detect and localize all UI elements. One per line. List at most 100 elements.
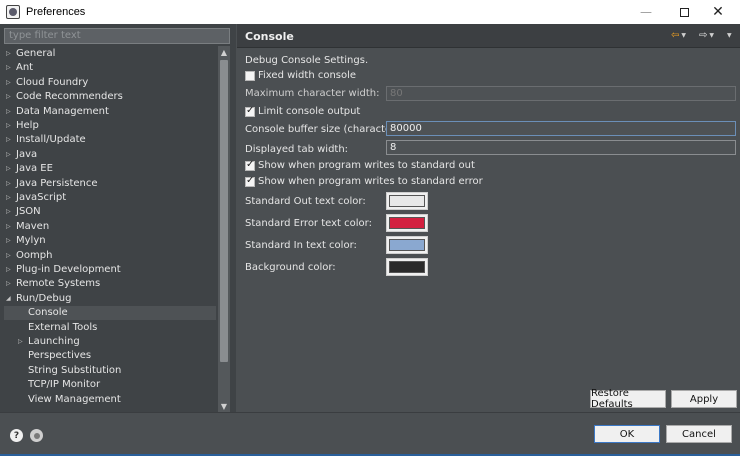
page-title: Console	[245, 30, 294, 43]
tree-item-oomph[interactable]: ▷ Oomph	[4, 249, 52, 263]
tree-item-general[interactable]: ▷ General	[4, 47, 55, 61]
tree-item-perspectives[interactable]: Perspectives	[4, 349, 91, 363]
page-description: Debug Console Settings.	[245, 55, 369, 66]
tree-item-label: Ant	[16, 62, 34, 74]
expand-arrow-icon[interactable]: ▷	[18, 335, 28, 349]
expand-arrow-icon[interactable]: ▷	[6, 162, 16, 176]
tree-item-label: Help	[16, 120, 39, 131]
arrow-left-icon: ⇦	[671, 29, 680, 41]
expand-arrow-icon[interactable]: ▷	[6, 234, 16, 248]
tree-item-java-ee[interactable]: ▷ Java EE	[4, 162, 53, 176]
tree-item-tcp-ip-monitor[interactable]: TCP/IP Monitor	[4, 378, 100, 392]
scroll-thumb[interactable]	[220, 60, 228, 362]
window-title: Preferences	[26, 6, 86, 18]
show-stdout-label: Show when program writes to standard out	[258, 160, 475, 171]
expand-arrow-icon[interactable]: ▷	[6, 205, 16, 219]
cancel-button[interactable]: Cancel	[666, 425, 732, 443]
fixed-width-checkbox[interactable]	[245, 71, 255, 81]
buffer-size-field[interactable]: 80000	[386, 121, 736, 136]
maximize-button[interactable]	[666, 0, 702, 24]
tree-item-label: JavaScript	[16, 192, 67, 203]
filter-input[interactable]: type filter text	[4, 28, 230, 44]
view-menu-button[interactable]: ▼	[725, 28, 732, 42]
tree-item-install-update[interactable]: ▷ Install/Update	[4, 133, 86, 147]
expand-arrow-icon[interactable]: ▷	[6, 105, 16, 119]
expand-arrow-icon[interactable]: ▷	[6, 133, 16, 147]
scroll-up-icon[interactable]: ▲	[218, 46, 230, 58]
tree-item-java-persistence[interactable]: ▷ Java Persistence	[4, 177, 98, 191]
forward-button[interactable]: ⇨ ▼	[699, 28, 714, 42]
tree-item-label: Mylyn	[16, 235, 46, 247]
expand-arrow-icon[interactable]: ▷	[6, 249, 16, 263]
tree-item-java[interactable]: ▷ Java	[4, 148, 37, 162]
tree-item-label: Code Recommenders	[16, 91, 123, 103]
tree-item-launching[interactable]: ▷ Launching	[4, 335, 80, 349]
preference-page: Console ⇦ ▼ ⇨ ▼ ▼ Debug Console Settings. …	[237, 24, 740, 412]
expand-arrow-icon[interactable]: ▷	[6, 61, 16, 75]
tree-item-remote-systems[interactable]: ▷ Remote Systems	[4, 277, 100, 291]
tree-item-label: Perspectives	[28, 350, 92, 362]
expand-arrow-icon[interactable]: ▷	[6, 177, 16, 191]
expand-arrow-icon[interactable]: ▷	[6, 47, 16, 61]
show-stderr-checkbox[interactable]	[245, 175, 255, 187]
tree-item-view-management[interactable]: View Management	[4, 393, 121, 407]
tree-item-label: Plug-in Development	[16, 264, 121, 275]
expand-arrow-icon[interactable]: ▷	[6, 263, 16, 277]
expand-arrow-icon[interactable]: ▷	[6, 191, 16, 205]
tree-item-data-management[interactable]: ▷ Data Management	[4, 105, 109, 119]
tree-item-ant[interactable]: ▷ Ant	[4, 61, 33, 75]
minimize-button[interactable]: —	[628, 0, 664, 24]
chevron-down-icon: ▼	[709, 31, 715, 39]
scroll-down-icon[interactable]: ▼	[218, 400, 230, 412]
tree-item-label: Launching	[28, 336, 80, 347]
expand-arrow-icon[interactable]: ▷	[6, 90, 16, 104]
limit-output-checkbox[interactable]	[245, 105, 255, 117]
stdout-color-button[interactable]	[386, 192, 428, 210]
stderr-color-button[interactable]	[386, 214, 428, 232]
show-stdout-checkbox[interactable]	[245, 159, 255, 171]
tree-item-console[interactable]: Console	[4, 306, 216, 321]
tree-item-cloud-foundry[interactable]: ▷ Cloud Foundry	[4, 76, 88, 90]
chevron-down-icon: ▼	[727, 31, 732, 39]
collapse-arrow-icon[interactable]: ◢	[6, 292, 16, 306]
tree-item-javascript[interactable]: ▷ JavaScript	[4, 191, 66, 205]
expand-arrow-icon[interactable]: ▷	[6, 277, 16, 291]
max-char-width-field[interactable]: 80	[386, 86, 736, 101]
tree-item-plug-in-development[interactable]: ▷ Plug-in Development	[4, 263, 121, 277]
back-button[interactable]: ⇦ ▼	[671, 28, 686, 42]
tree-item-label: External Tools	[28, 321, 98, 333]
background-color-button[interactable]	[386, 258, 428, 276]
stdout-color-swatch	[389, 195, 425, 207]
import-export-icon[interactable]	[30, 429, 43, 442]
tree-item-string-substitution[interactable]: String Substitution	[4, 364, 121, 378]
tree-item-label: JSON	[16, 206, 41, 218]
expand-arrow-icon[interactable]: ▷	[6, 76, 16, 90]
tree-item-help[interactable]: ▷ Help	[4, 119, 39, 133]
tree-item-external-tools[interactable]: External Tools	[4, 321, 97, 335]
help-icon[interactable]: ?	[10, 429, 23, 442]
apply-button[interactable]: Apply	[671, 390, 737, 408]
title-bar: Preferences — ✕	[0, 0, 740, 24]
tree-item-run-debug[interactable]: ◢ Run/Debug	[4, 292, 71, 306]
tree-item-label: View Management	[28, 393, 121, 405]
restore-defaults-button[interactable]: Restore Defaults	[590, 388, 666, 410]
tree-item-json[interactable]: ▷ JSON	[4, 205, 41, 219]
tree-scrollbar[interactable]: ▲ ▼	[218, 46, 230, 412]
tree-item-label: Data Management	[16, 105, 109, 117]
tree-item-mylyn[interactable]: ▷ Mylyn	[4, 234, 46, 248]
limit-output-label: Limit console output	[258, 106, 361, 117]
ok-button[interactable]: OK	[594, 425, 660, 443]
tree-item-maven[interactable]: ▷ Maven	[4, 220, 49, 234]
expand-arrow-icon[interactable]: ▷	[6, 148, 16, 162]
close-button[interactable]: ✕	[700, 0, 736, 24]
expand-arrow-icon[interactable]: ▷	[6, 220, 16, 234]
app-icon	[6, 5, 20, 19]
tab-width-field[interactable]: 8	[386, 140, 736, 155]
expand-arrow-icon[interactable]: ▷	[6, 119, 16, 133]
stderr-color-swatch	[389, 217, 425, 229]
fixed-width-label: Fixed width console	[258, 70, 357, 81]
buffer-size-label: Console buffer size (characters):	[245, 124, 408, 135]
preference-tree-panel: type filter text ▷ General ▷ Ant ▷ Cloud Foun…	[0, 24, 236, 412]
stdin-color-button[interactable]	[386, 236, 428, 254]
tree-item-code-recommenders[interactable]: ▷ Code Recommenders	[4, 90, 123, 104]
